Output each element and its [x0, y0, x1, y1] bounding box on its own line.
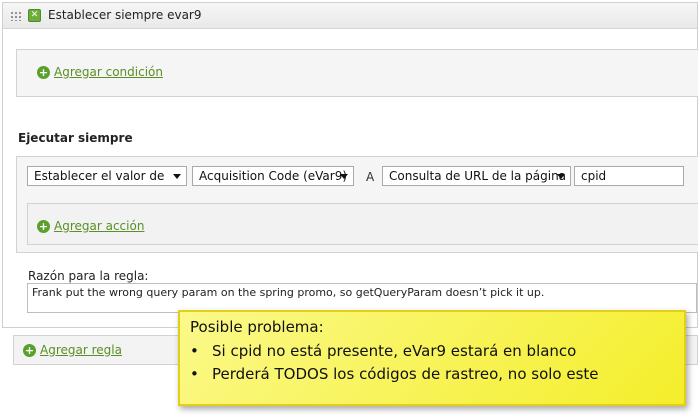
- add-condition-link[interactable]: + Agregar condición: [37, 65, 163, 79]
- callout-item-text: Perderá TODOS los códigos de rastreo, no…: [212, 365, 599, 383]
- chevron-down-icon: [340, 174, 348, 179]
- chevron-down-icon: [173, 174, 181, 179]
- rule-panel: ✕ Establecer siempre evar9 + Agregar con…: [2, 2, 698, 328]
- rule-title[interactable]: Establecer siempre evar9: [48, 8, 202, 22]
- add-action-label[interactable]: Agregar acción: [54, 219, 144, 233]
- query-param-input[interactable]: cpid: [574, 166, 684, 186]
- x-icon[interactable]: ✕: [28, 9, 41, 22]
- rule-header: ✕ Establecer siempre evar9: [3, 3, 697, 29]
- set-value-select-label: Establecer el valor de: [34, 169, 165, 183]
- drag-handle-icon[interactable]: [10, 11, 22, 21]
- plus-icon: +: [37, 65, 50, 79]
- list-item: • Si cpid no está presente, eVar9 estará…: [190, 340, 674, 363]
- callout-item-text: Si cpid no está presente, eVar9 estará e…: [212, 342, 577, 360]
- source-select[interactable]: Consulta de URL de la página: [382, 166, 571, 186]
- plus-icon: +: [37, 219, 50, 233]
- callout-title: Posible problema:: [190, 318, 324, 336]
- callout-list: • Si cpid no está presente, eVar9 estará…: [190, 340, 674, 386]
- variable-select-label: Acquisition Code (eVar9): [199, 169, 348, 183]
- to-label: A: [366, 170, 375, 184]
- callout-warning: Posible problema: • Si cpid no está pres…: [178, 310, 686, 406]
- source-select-label: Consulta de URL de la página: [389, 169, 567, 183]
- reason-textarea[interactable]: Frank put the wrong query param on the s…: [27, 283, 697, 313]
- list-item: • Perderá TODOS los códigos de rastreo, …: [190, 363, 674, 386]
- bullet: •: [190, 365, 199, 383]
- reason-label: Razón para la regla:: [28, 269, 149, 283]
- bullet: •: [190, 342, 199, 360]
- add-rule-label[interactable]: Agregar regla: [40, 343, 122, 357]
- set-value-select[interactable]: Establecer el valor de: [27, 166, 187, 186]
- execute-always-label: Ejecutar siempre: [18, 131, 133, 145]
- add-condition-label[interactable]: Agregar condición: [54, 65, 163, 79]
- variable-select[interactable]: Acquisition Code (eVar9): [192, 166, 354, 186]
- add-rule-link[interactable]: + Agregar regla: [23, 343, 122, 357]
- add-action-link[interactable]: + Agregar acción: [37, 219, 144, 233]
- plus-icon: +: [23, 343, 36, 357]
- chevron-down-icon: [557, 174, 565, 179]
